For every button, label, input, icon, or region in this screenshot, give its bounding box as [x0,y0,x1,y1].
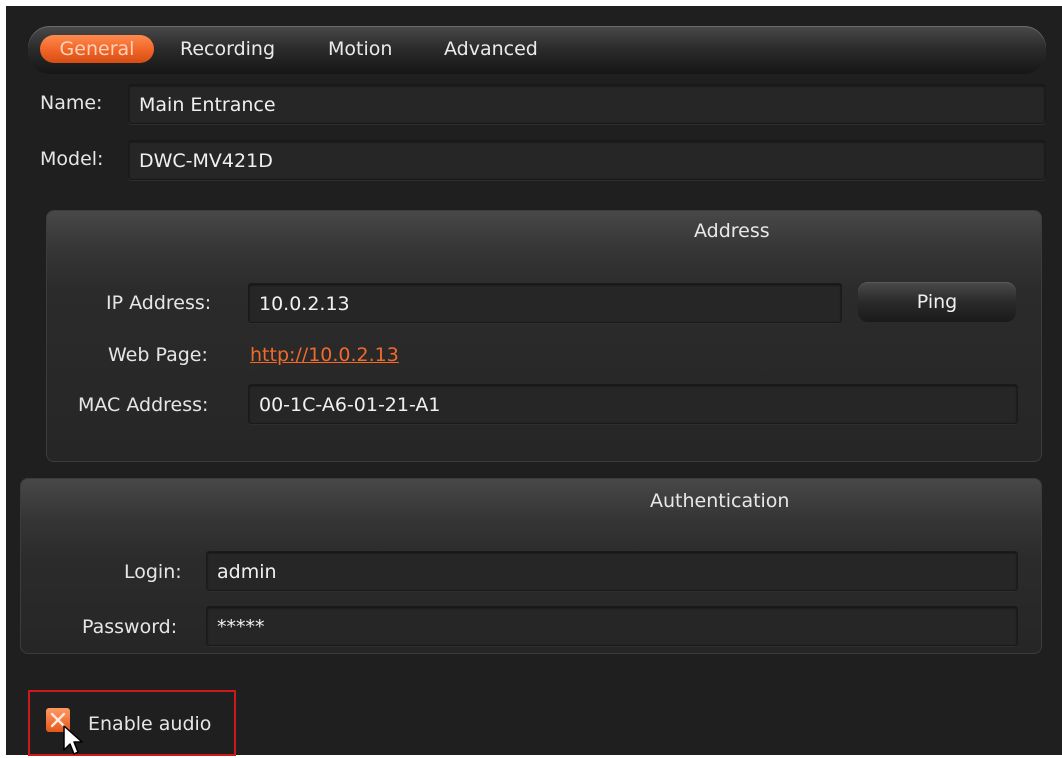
password-label: Password: [82,616,178,638]
tab-bar: General Recording Motion Advanced [28,26,1046,74]
ping-button[interactable]: Ping [858,282,1016,322]
enable-audio-label[interactable]: Enable audio [88,711,211,737]
name-field[interactable]: Main Entrance [128,84,1046,124]
tab-motion[interactable]: Motion [328,35,392,63]
tab-general[interactable]: General [40,35,154,63]
login-field[interactable]: admin [206,551,1018,591]
web-page-link[interactable]: http://10.0.2.13 [250,342,399,368]
authentication-group-title: Authentication [650,490,790,512]
password-field[interactable]: ***** [206,606,1018,646]
model-label: Model: [40,148,104,170]
camera-settings-dialog: General Recording Motion Advanced Name: … [0,0,1062,756]
ip-address-label: IP Address: [106,292,212,314]
mac-address-label: MAC Address: [78,394,209,416]
tab-recording[interactable]: Recording [180,35,275,63]
mac-address-field[interactable]: 00-1C-A6-01-21-A1 [248,384,1018,424]
tab-advanced[interactable]: Advanced [444,35,538,63]
ip-address-field[interactable]: 10.0.2.13 [248,283,842,323]
web-page-label: Web Page: [108,344,208,366]
address-group-title: Address [694,220,770,242]
model-field[interactable]: DWC-MV421D [128,140,1046,180]
address-group [46,210,1042,462]
mouse-pointer-icon [63,725,83,755]
login-label: Login: [124,561,182,583]
name-label: Name: [40,92,103,114]
